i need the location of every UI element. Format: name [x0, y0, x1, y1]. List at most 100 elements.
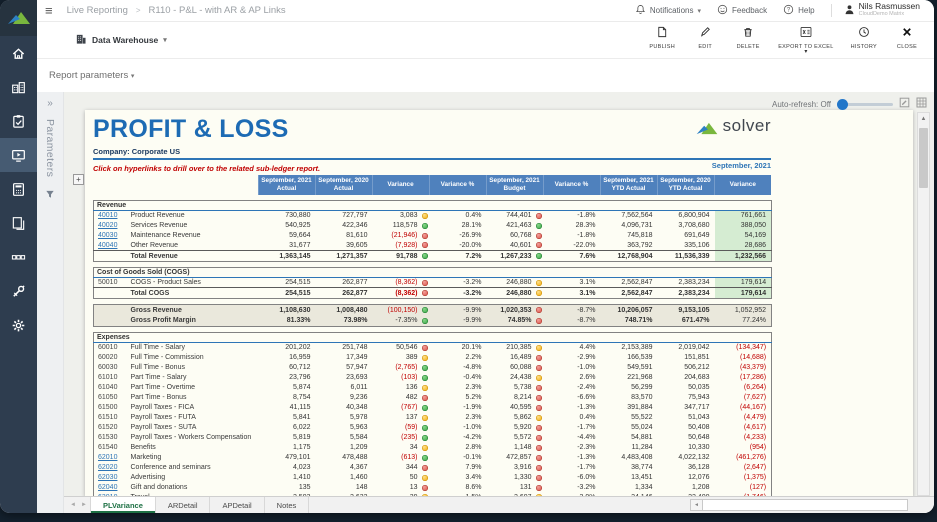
scrollbar-thumb[interactable] [919, 128, 928, 188]
value-text: -2.3% [577, 444, 595, 451]
value-text: 262,877 [342, 290, 367, 297]
sidebar-item-tasks[interactable] [0, 104, 37, 138]
cell-value: 1,410 [259, 473, 316, 483]
value-text: 1,334 [635, 484, 653, 491]
value-text: 5,584 [350, 434, 368, 441]
budget-indicator-yellow [536, 290, 542, 296]
scroll-up-icon[interactable]: ▲ [918, 113, 929, 126]
cell-value: -6.0% [544, 473, 601, 483]
value-text: 506,212 [684, 364, 709, 371]
value-text: 421,463 [506, 222, 531, 229]
account-name: Full Time - Salary [131, 343, 259, 353]
account-code-link[interactable]: 40030 [98, 232, 117, 239]
data-source-label: Data Warehouse [92, 35, 158, 45]
account-code-link[interactable]: 40010 [98, 212, 117, 219]
breadcrumb-item[interactable]: Live Reporting [67, 5, 128, 16]
slider-handle[interactable] [837, 99, 848, 110]
topbar-help[interactable]: ?Help [783, 4, 814, 17]
sidebar-item-process-flow[interactable] [0, 240, 37, 274]
app-logo[interactable] [0, 0, 37, 36]
edit-button[interactable]: EDIT [692, 25, 718, 50]
value-text: (4,617) [744, 424, 766, 431]
publish-button[interactable]: PUBLISH [649, 25, 675, 50]
history-label: HISTORY [851, 44, 877, 50]
sidebar-item-admin-tools[interactable] [0, 274, 37, 308]
account-code: 61010 [98, 374, 117, 381]
value-text: 16,959 [289, 354, 310, 361]
cell-value: 5,841 [259, 413, 316, 423]
cell-value: 4,483,408 [601, 453, 658, 463]
sidebar-item-reporting[interactable] [0, 70, 37, 104]
annotate-icon[interactable] [899, 95, 910, 113]
value-text: 363,792 [627, 242, 652, 249]
account-code-link[interactable]: 62040 [98, 484, 117, 491]
sidebar-item-home[interactable] [0, 36, 37, 70]
value-text: (4,233) [744, 434, 766, 441]
value-text: (235) [401, 434, 417, 441]
report-parameters-dropdown[interactable]: Report parameters ▾ [49, 70, 134, 81]
account-code-link[interactable]: 62010 [98, 454, 117, 461]
vertical-scrollbar[interactable]: ▲ [917, 112, 930, 496]
account-name: Advertising [131, 473, 259, 483]
sidebar-item-budgeting[interactable] [0, 172, 37, 206]
topbar-notifications[interactable]: Notifications▾ [635, 4, 701, 17]
account-code-link[interactable]: 62020 [98, 464, 117, 471]
company-line: Company: Corporate US [93, 147, 913, 156]
chevron-down-icon: ▾ [804, 51, 807, 55]
sidebar-item-settings[interactable] [0, 308, 37, 342]
delete-button[interactable]: DELETE [735, 25, 761, 50]
cell-value: 363,792 [601, 241, 658, 251]
account-code-link[interactable]: 62030 [98, 474, 117, 481]
cell-value: 2.3% [430, 413, 487, 423]
user-menu[interactable]: Nils Rasmussen CloudDemo Matrix [844, 2, 920, 20]
budget-indicator-red [536, 385, 542, 391]
export-to-excel-button[interactable]: EXPORT TO EXCEL▾ [778, 25, 833, 55]
outline-expand-button[interactable]: + [73, 174, 84, 185]
value-text: 2,019,042 [678, 344, 709, 351]
topbar-feedback[interactable]: Feedback [717, 4, 767, 17]
value-text: 23,693 [346, 374, 367, 381]
scrollbar-track[interactable] [703, 499, 908, 511]
tab-ardetail[interactable]: ARDetail [156, 497, 211, 513]
sidebar-item-live-reporting[interactable] [0, 138, 37, 172]
tab-notes[interactable]: Notes [265, 497, 310, 513]
horizontal-scrollbar[interactable]: ◄ [690, 499, 908, 511]
filter-funnel-icon[interactable] [45, 186, 55, 204]
divider [831, 4, 832, 17]
cell-value: 482 [373, 393, 430, 403]
value-text: 691,649 [684, 232, 709, 239]
cell-value: 6,011 [316, 383, 373, 393]
cell-value: (461,276) [715, 453, 772, 463]
report-page: PROFIT & LOSS solver Company: Corporate … [85, 110, 913, 496]
main-area: ≡ Live Reporting>R110 - P&L - with AR & … [37, 0, 934, 513]
tab-prev-icon[interactable]: ◄ [70, 502, 76, 508]
account-code-link[interactable]: 40020 [98, 222, 117, 229]
data-source-dropdown[interactable]: Data Warehouse ▾ [75, 33, 167, 47]
value-text: 1,175 [293, 444, 311, 451]
value-text: 344 [406, 464, 418, 471]
account-name: Part Time - Overtime [131, 383, 259, 393]
auto-refresh-slider[interactable] [837, 103, 893, 106]
history-button[interactable]: HISTORY [851, 25, 877, 50]
cell-value: 91,788 [373, 251, 430, 262]
tab-plvariance[interactable]: PLVariance [90, 497, 156, 513]
delete-label: DELETE [737, 44, 760, 50]
sidebar-item-documents[interactable] [0, 206, 37, 240]
value-text: 136 [406, 384, 418, 391]
grid-view-icon[interactable] [916, 95, 927, 113]
tab-apdetail[interactable]: APDetail [210, 497, 264, 513]
close-button[interactable]: CLOSE [894, 25, 920, 50]
divider [93, 158, 771, 160]
account-name: Marketing [131, 453, 259, 463]
tab-next-icon[interactable]: ► [81, 502, 87, 508]
variance-indicator-green [422, 365, 428, 371]
scroll-left-icon[interactable]: ◄ [690, 499, 703, 511]
expand-panel-icon[interactable]: » [47, 98, 53, 109]
cell-value: 2,562,847 [601, 288, 658, 299]
table-row: 61540Benefits1,1751,209342.8%1,148-2.3%1… [94, 443, 772, 453]
account-code-link[interactable]: 40040 [98, 242, 117, 249]
value-text: -1.9% [463, 404, 481, 411]
breadcrumb-item[interactable]: R110 - P&L - with AR & AP Links [149, 5, 286, 16]
hamburger-menu-icon[interactable]: ≡ [45, 4, 53, 17]
value-text: 13 [410, 484, 418, 491]
